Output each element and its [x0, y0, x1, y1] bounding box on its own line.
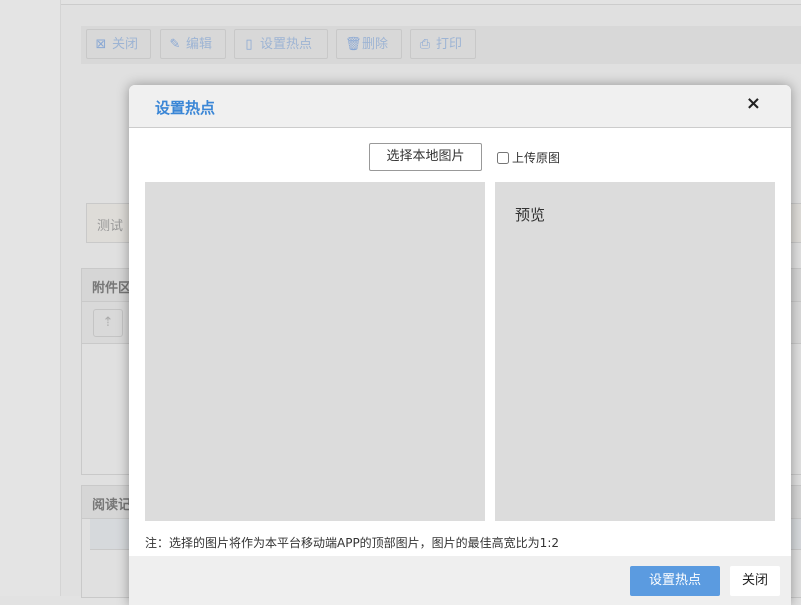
close-icon[interactable]: × [746, 93, 761, 114]
close-square-icon: ⊠ [95, 37, 107, 52]
dialog-footer: 设置热点 关闭 [129, 556, 791, 605]
toolbar: ⊠ 关闭 ✎ 编辑 ▯ 设置热点 🗑删除 ⎙ 打印 [81, 26, 801, 64]
set-hotspot-button[interactable]: ▯ 设置热点 [234, 29, 328, 59]
note-text: 注：选择的图片将作为本平台移动端APP的顶部图片，图片的最佳高宽比为1:2 [145, 536, 559, 550]
dialog-title: 设置热点 [155, 99, 216, 117]
image-editor-area[interactable] [145, 182, 485, 521]
pencil-icon: ✎ [169, 37, 181, 52]
dialog-header: 设置热点 × [129, 85, 791, 128]
confirm-set-hotspot-button[interactable]: 设置热点 [630, 566, 720, 596]
close-button[interactable]: ⊠ 关闭 [86, 29, 151, 59]
printer-icon: ⎙ [419, 37, 431, 52]
file-fire-icon: ▯ [245, 37, 253, 52]
dialog-close-button[interactable]: 关闭 [730, 566, 780, 596]
preview-label: 预览 [515, 206, 546, 224]
upload-original-option[interactable]: 上传原图 [497, 149, 560, 166]
print-button[interactable]: ⎙ 打印 [410, 29, 476, 59]
choose-local-image-button[interactable]: 选择本地图片 [369, 143, 482, 171]
upload-original-checkbox[interactable] [497, 151, 509, 164]
set-hotspot-dialog: 设置热点 × 选择本地图片 上传原图 预览 注：选择的图片将作为本平台移动端AP… [129, 85, 791, 605]
delete-button[interactable]: 🗑删除 [336, 29, 402, 59]
edit-button[interactable]: ✎ 编辑 [160, 29, 226, 59]
preview-area: 预览 [495, 182, 775, 521]
upload-icon[interactable]: ⇡ [93, 309, 123, 337]
trash-icon: 🗑 [345, 37, 362, 52]
left-sidebar [0, 0, 61, 596]
